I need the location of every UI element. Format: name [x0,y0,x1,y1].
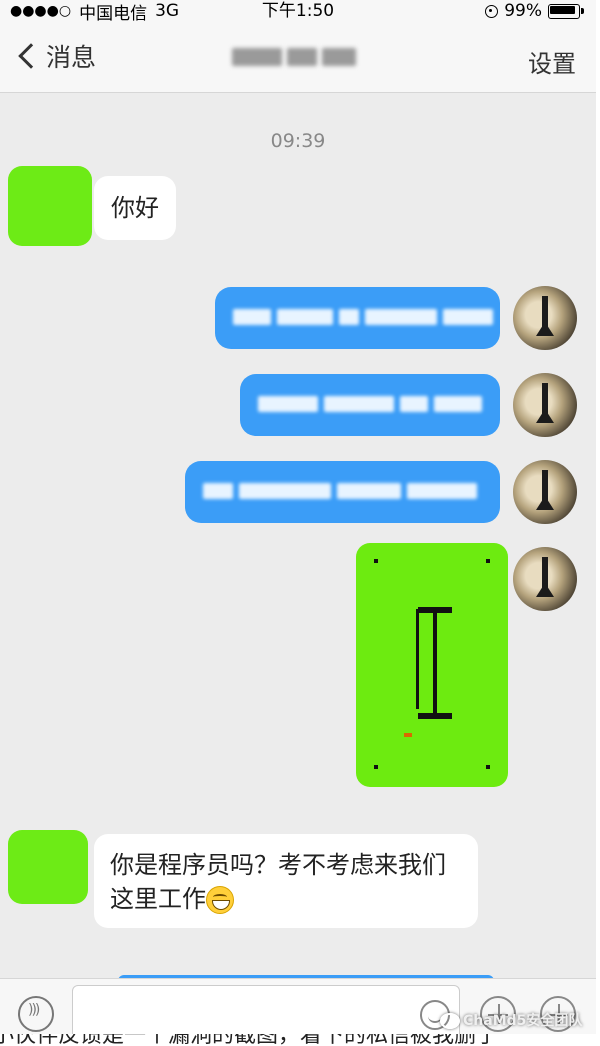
message-bubble-left[interactable]: 你是程序员吗？考不考虑来我们 这里工作 [94,834,478,928]
watermark: ChaMd5安全团队 [440,1010,582,1030]
redacted-message-text [258,396,482,412]
article-caption: 小伙伴反馈是一个漏洞的截图，着下的私信被我删了 [0,1034,600,1046]
user-avatar[interactable] [513,373,577,437]
image-message[interactable] [356,543,508,787]
message-bubble-left[interactable]: 你好 [94,176,176,240]
redacted-message-text [203,483,477,499]
grin-emoji-icon [206,886,234,914]
user-avatar[interactable] [513,286,577,350]
message-text-line2: 这里工作 [110,882,478,916]
battery-percent: 99% [504,1,542,21]
redacted-message-text [233,309,493,325]
back-label: 消息 [46,43,97,72]
user-avatar[interactable] [513,460,577,524]
voice-input-icon[interactable] [18,996,54,1032]
contact-avatar[interactable] [8,830,88,904]
wechat-logo-icon [440,1013,460,1029]
settings-button[interactable]: 设置 [528,44,576,79]
message-bubble-right[interactable] [215,287,500,349]
user-avatar[interactable] [513,547,577,611]
battery-tip [581,8,584,14]
nav-bar: 消息 设置 [0,22,596,93]
back-button[interactable]: 消息 [14,38,96,74]
message-text-line1: 你是程序员吗？考不考虑来我们 [110,851,446,879]
message-text: 你好 [111,194,159,222]
message-bubble-right[interactable] [240,374,500,436]
chat-screen: ●●●●○ 中国电信 3G 下午1:50 99% 消息 设置 09:39 你好 [0,0,596,1046]
orientation-lock-icon [485,4,499,18]
image-content [374,559,490,769]
message-timestamp: 09:39 [270,130,326,152]
battery-icon [548,3,580,19]
message-bubble-right[interactable] [185,461,500,523]
message-input[interactable] [72,985,460,1041]
chevron-left-icon [18,43,44,69]
status-bar: ●●●●○ 中国电信 3G 下午1:50 99% [0,0,596,24]
chat-title-redacted [232,42,360,72]
contact-avatar[interactable] [8,166,92,246]
